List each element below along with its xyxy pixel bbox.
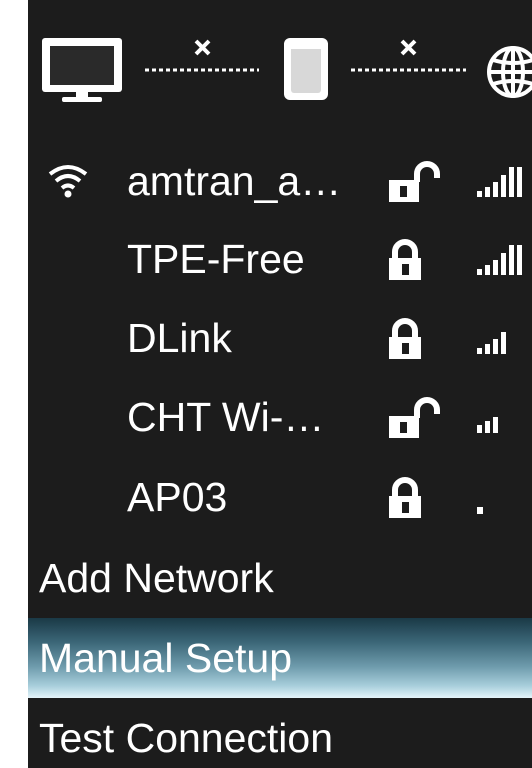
network-item[interactable]: CHT Wi-… [28,377,532,457]
connection-status-diagram [42,38,532,102]
signal-strength-icon [477,507,483,514]
signal-strength-icon [477,167,522,197]
wifi-connected-icon [48,165,88,198]
network-ssid: AP03 [127,474,228,520]
router-icon [284,38,328,100]
network-ssid: TPE-Free [127,236,305,282]
test-connection-button[interactable]: Test Connection [28,698,532,768]
signal-strength-icon [477,245,522,275]
add-network-button[interactable]: Add Network [28,538,532,618]
signal-strength-icon [477,332,506,354]
signal-strength-icon [477,417,498,433]
network-ssid: DLink [127,315,232,361]
globe-icon [487,46,532,98]
locked-icon [389,318,421,359]
locked-icon [389,477,421,518]
unlocked-icon [389,397,440,438]
tv-icon [42,38,122,102]
add-network-label: Add Network [39,555,274,601]
connection-status-bar [28,0,532,120]
network-settings-panel: amtran_a… TPE-Free DLink CHT Wi-… AP03 A… [28,0,532,768]
network-ssid: amtran_a… [127,158,342,204]
locked-icon [389,239,421,280]
unlocked-icon [389,161,440,202]
manual-setup-button[interactable]: Manual Setup [28,618,532,698]
test-connection-label: Test Connection [39,715,334,761]
manual-setup-label: Manual Setup [39,635,293,681]
disconnected-icon [145,39,259,72]
network-ssid: CHT Wi-… [127,394,325,440]
network-item[interactable]: DLink [28,298,532,378]
network-item[interactable]: TPE-Free [28,219,532,299]
network-item[interactable]: amtran_a… [28,141,532,221]
disconnected-icon [351,39,466,72]
network-item[interactable]: AP03 [28,457,532,537]
